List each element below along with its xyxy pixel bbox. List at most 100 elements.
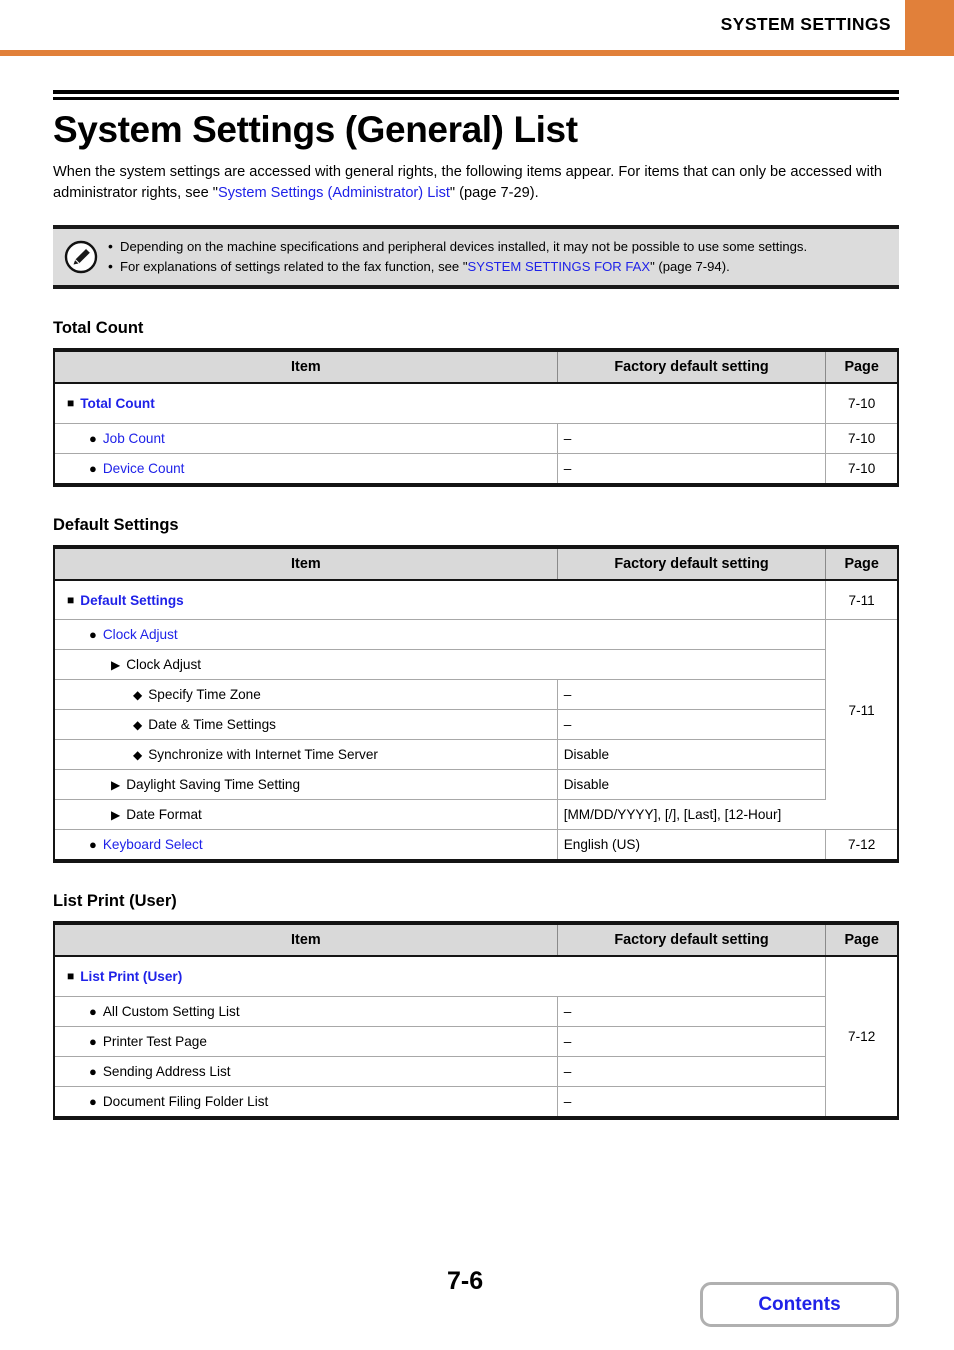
item-cell: ◆ Date & Time Settings bbox=[54, 709, 558, 740]
item-label: Clock Adjust bbox=[126, 657, 202, 673]
item-cell: ● Sending Address List bbox=[54, 1055, 558, 1087]
note-item-1: Depending on the machine specifications … bbox=[107, 236, 889, 257]
link-system-settings-for-fax[interactable]: SYSTEM SETTINGS FOR FAX bbox=[467, 259, 650, 274]
square-bullet-icon: ■ bbox=[67, 592, 75, 607]
item-label: Sending Address List bbox=[102, 1063, 231, 1079]
note-callout: Depending on the machine specifications … bbox=[53, 224, 899, 290]
item-label: Date Format bbox=[126, 807, 202, 823]
page-header: SYSTEM SETTINGS bbox=[0, 0, 954, 56]
table-row: ■ Default Settings 7-11 bbox=[54, 579, 898, 620]
item-label: Specify Time Zone bbox=[148, 687, 261, 703]
item-cell: ■ Default Settings bbox=[54, 579, 827, 620]
table-row: ● Device Count – 7-10 bbox=[54, 452, 898, 485]
table-row: ▶ Clock Adjust bbox=[54, 649, 898, 680]
square-bullet-icon: ■ bbox=[67, 969, 75, 984]
item-label[interactable]: Keyboard Select bbox=[103, 837, 203, 852]
section-heading: Default Settings bbox=[53, 515, 179, 534]
page-content: System Settings (General) List When the … bbox=[53, 56, 899, 1120]
item-cell: ● Document Filing Folder List bbox=[54, 1085, 558, 1118]
factory-default-cell: Disable bbox=[557, 739, 826, 770]
column-header-page: Page bbox=[825, 546, 898, 581]
column-header-factory: Factory default setting bbox=[557, 923, 827, 958]
circle-bullet-icon: ● bbox=[89, 837, 97, 853]
item-label[interactable]: Device Count bbox=[103, 461, 185, 476]
pencil-note-icon bbox=[63, 239, 99, 275]
item-cell: ● Job Count bbox=[54, 422, 558, 454]
item-cell: ● Device Count bbox=[54, 452, 558, 485]
note-item-2: For explanations of settings related to … bbox=[107, 256, 889, 277]
page-cell[interactable]: 7-12 bbox=[825, 829, 898, 862]
factory-default-cell: – bbox=[557, 452, 827, 485]
table-header-row: Item Factory default setting Page bbox=[54, 923, 898, 958]
item-label[interactable]: Clock Adjust bbox=[103, 627, 178, 642]
page-footer: 7-6 Contents bbox=[0, 1255, 954, 1350]
item-cell: ● All Custom Setting List bbox=[54, 995, 558, 1027]
item-cell: ▶ Clock Adjust bbox=[54, 649, 826, 680]
table-row: ● Sending Address List – bbox=[54, 1055, 898, 1087]
intro-text-after: " (page 7-29). bbox=[449, 184, 539, 201]
page-cell[interactable]: 7-10 bbox=[825, 383, 898, 424]
factory-default-cell: English (US) bbox=[557, 829, 827, 862]
column-header-item: Item bbox=[54, 546, 558, 581]
note-item-2-before: For explanations of settings related to … bbox=[120, 258, 468, 274]
item-label[interactable]: Job Count bbox=[103, 431, 165, 446]
factory-default-cell: – bbox=[557, 1085, 826, 1118]
item-label: Printer Test Page bbox=[102, 1033, 207, 1049]
settings-table-total-count: Item Factory default setting Page ■ Total… bbox=[53, 348, 899, 487]
table-row: ● Document Filing Folder List – bbox=[54, 1085, 898, 1118]
factory-default-cell: Disable bbox=[557, 769, 826, 800]
page-cell[interactable]: 7-11 bbox=[825, 619, 898, 800]
page-cell[interactable]: 7-10 bbox=[825, 422, 898, 454]
section-heading: Total Count bbox=[53, 319, 144, 338]
circle-bullet-icon: ● bbox=[89, 1033, 97, 1049]
item-cell: ■ List Print (User) bbox=[54, 956, 827, 997]
section-heading: List Print (User) bbox=[53, 892, 177, 911]
diamond-bullet-icon: ◆ bbox=[133, 718, 143, 733]
note-list: Depending on the machine specifications … bbox=[107, 236, 889, 277]
item-label[interactable]: Total Count bbox=[80, 396, 155, 411]
section-list-print-user: List Print (User) Item Factory default s… bbox=[53, 892, 899, 1120]
table-header-row: Item Factory default setting Page bbox=[54, 546, 898, 581]
table-header-row: Item Factory default setting Page bbox=[54, 350, 898, 385]
factory-default-cell: – bbox=[557, 422, 827, 454]
triangle-bullet-icon: ▶ bbox=[111, 778, 121, 793]
item-cell: ▶ Date Format bbox=[54, 799, 558, 830]
circle-bullet-icon: ● bbox=[89, 1093, 97, 1109]
contents-button[interactable]: Contents bbox=[700, 1282, 899, 1327]
note-item-2-after: " (page 7-94). bbox=[650, 258, 730, 274]
item-cell: ■ Total Count bbox=[54, 383, 827, 424]
factory-default-cell: – bbox=[557, 1025, 826, 1057]
table-row: ▶ Daylight Saving Time Setting Disable bbox=[54, 769, 898, 800]
circle-bullet-icon: ● bbox=[89, 460, 97, 476]
table-row: ◆ Specify Time Zone – bbox=[54, 679, 898, 710]
page-cell[interactable]: 7-11 bbox=[825, 579, 898, 620]
column-header-item: Item bbox=[54, 923, 558, 958]
table-row: ● Job Count – 7-10 bbox=[54, 422, 898, 454]
circle-bullet-icon: ● bbox=[89, 1003, 97, 1019]
column-header-factory: Factory default setting bbox=[557, 546, 827, 581]
factory-default-cell: – bbox=[557, 679, 826, 710]
settings-table-default-settings: Item Factory default setting Page ■ Defau… bbox=[53, 544, 899, 864]
link-system-settings-administrator-list[interactable]: System Settings (Administrator) List bbox=[218, 185, 450, 201]
running-head-title: SYSTEM SETTINGS bbox=[720, 14, 891, 34]
item-label[interactable]: List Print (User) bbox=[80, 969, 182, 984]
page-cell[interactable]: 7-12 bbox=[825, 956, 898, 1118]
column-header-page: Page bbox=[825, 350, 898, 385]
item-label[interactable]: Default Settings bbox=[80, 593, 183, 608]
item-label: Date & Time Settings bbox=[148, 717, 276, 733]
table-row: ■ List Print (User) 7-12 bbox=[54, 956, 898, 1118]
title-double-rule bbox=[53, 90, 899, 100]
square-bullet-icon: ■ bbox=[67, 396, 75, 411]
column-header-factory: Factory default setting bbox=[557, 350, 827, 385]
page-title: System Settings (General) List bbox=[53, 109, 578, 150]
factory-default-cell: – bbox=[557, 1055, 826, 1087]
column-header-item: Item bbox=[54, 350, 558, 385]
item-label: Document Filing Folder List bbox=[102, 1093, 269, 1109]
item-cell: ● Keyboard Select bbox=[54, 829, 558, 862]
factory-default-cell: – bbox=[557, 709, 826, 740]
item-cell: ● Printer Test Page bbox=[54, 1025, 558, 1057]
circle-bullet-icon: ● bbox=[89, 627, 97, 643]
page-cell[interactable]: 7-10 bbox=[825, 452, 898, 485]
header-accent-block bbox=[905, 0, 954, 50]
circle-bullet-icon: ● bbox=[89, 430, 97, 446]
